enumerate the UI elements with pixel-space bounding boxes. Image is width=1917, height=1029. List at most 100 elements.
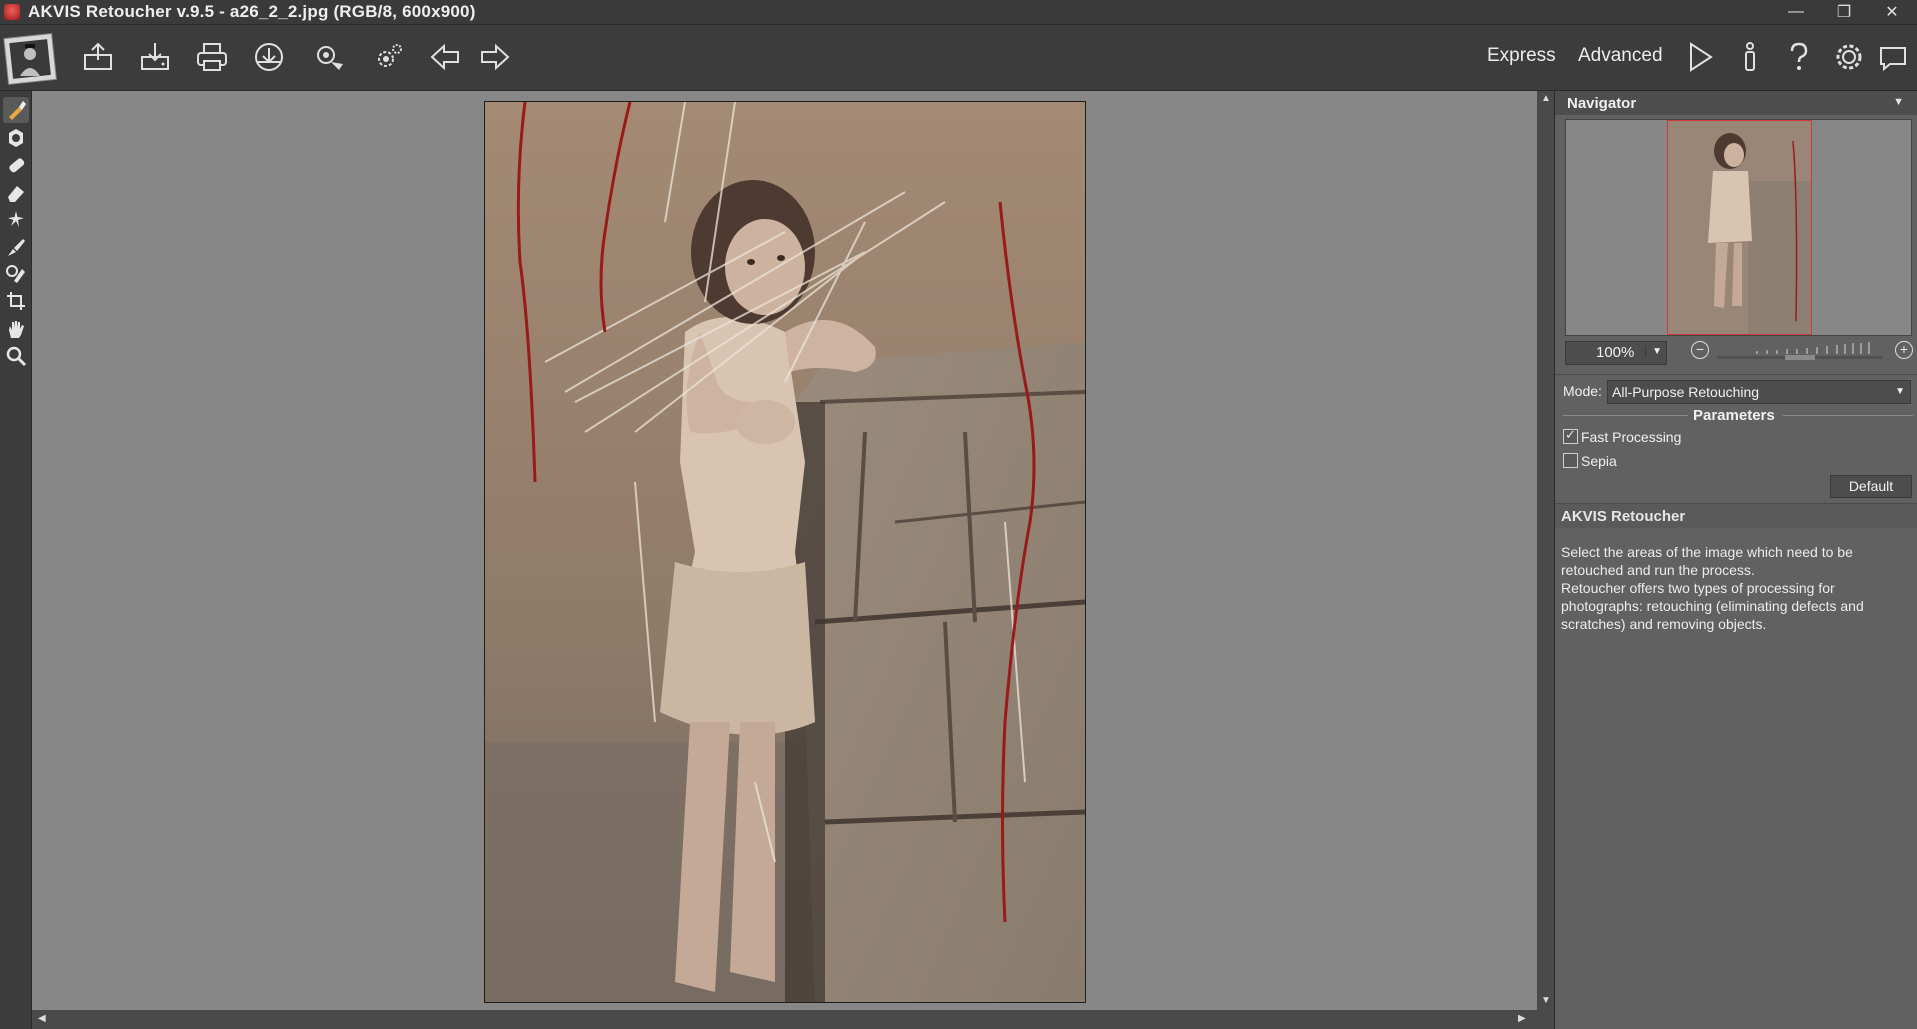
info-icon [1745, 42, 1755, 71]
zoom-slider-ticks [1717, 342, 1882, 360]
tab-express[interactable]: Express [1487, 45, 1556, 67]
title-bar: AKVIS Retoucher v.9.5 - a26_2_2.jpg (RGB… [0, 0, 1917, 25]
crop-tool[interactable] [3, 288, 29, 314]
minimize-button[interactable]: — [1772, 0, 1820, 24]
run-icon [1690, 42, 1713, 72]
right-panel: Navigator ▼ 100% ▼ − + Mode: All-Purpose… [1554, 91, 1917, 1029]
zoom-out-icon[interactable]: − [1691, 341, 1709, 359]
undo-arrow-icon [430, 43, 459, 71]
magic-wand-tool[interactable] [3, 207, 29, 233]
akvis-logo-button[interactable] [2, 30, 58, 86]
navigator-thumbnail [1668, 121, 1811, 334]
app-logo-icon [4, 4, 20, 20]
tool-strip [0, 91, 32, 1029]
object-remover-tool[interactable] [3, 125, 29, 151]
hand-tool[interactable] [3, 316, 29, 342]
clone-brush-tool[interactable] [3, 234, 29, 260]
open-button[interactable] [78, 37, 118, 77]
open-icon [84, 42, 112, 70]
chat-button[interactable] [1873, 37, 1913, 77]
chevron-down-icon: ▼ [1895, 386, 1905, 397]
chameleon-brush-icon [6, 265, 25, 283]
undo-button[interactable] [425, 37, 465, 77]
redo-button[interactable] [475, 37, 515, 77]
akvis-portrait-icon [3, 33, 57, 85]
collapse-icon[interactable]: ▼ [1893, 96, 1904, 108]
scroll-up-icon[interactable]: ▲ [1541, 93, 1551, 104]
clone-brush-icon [8, 239, 25, 256]
horizontal-scrollbar[interactable]: ◀ ▶ [32, 1010, 1554, 1029]
redo-arrow-icon [481, 43, 510, 71]
tab-advanced[interactable]: Advanced [1578, 45, 1663, 67]
save-icon [141, 43, 169, 70]
navigator-header[interactable]: Navigator ▼ [1555, 91, 1917, 115]
scroll-right-icon[interactable]: ▶ [1518, 1013, 1526, 1024]
chameleon-brush-tool[interactable] [3, 261, 29, 287]
image-canvas[interactable] [32, 91, 1537, 1010]
sepia-label: Sepia [1581, 453, 1617, 469]
zoom-level-select[interactable]: 100% ▼ [1565, 341, 1667, 365]
sepia-checkbox[interactable] [1563, 453, 1578, 468]
share-icon [255, 43, 283, 71]
default-button[interactable]: Default [1830, 475, 1912, 498]
info-button[interactable] [1730, 37, 1770, 77]
crop-icon [7, 292, 25, 310]
app-window: AKVIS Retoucher v.9.5 - a26_2_2.jpg (RGB… [0, 0, 1917, 1029]
close-icon: ✕ [1885, 4, 1899, 21]
print-icon [197, 43, 227, 71]
help-header: AKVIS Retoucher [1555, 504, 1917, 528]
share-button[interactable] [249, 37, 289, 77]
batch-button[interactable] [310, 37, 350, 77]
restore-icon: ❐ [1836, 4, 1852, 21]
zoom-dropdown-icon[interactable]: ▼ [1645, 346, 1662, 357]
help-text: Select the areas of the image which need… [1561, 544, 1864, 632]
vintage-photo-girl [485, 102, 1085, 1002]
main-toolbar: Express Advanced [0, 25, 1917, 91]
mode-select[interactable]: All-Purpose Retouching ▼ [1607, 380, 1911, 404]
zoom-value: 100% [1596, 344, 1635, 361]
magic-wand-icon [8, 211, 24, 227]
hand-icon [9, 321, 24, 338]
zoom-tool[interactable] [3, 343, 29, 369]
restore-button[interactable]: ❐ [1820, 0, 1868, 24]
navigator-title: Navigator [1567, 95, 1637, 112]
parameters-title: Parameters [1693, 407, 1775, 424]
mode-label: Mode: [1563, 383, 1602, 399]
minimize-icon: — [1788, 3, 1804, 20]
close-button[interactable]: ✕ [1868, 0, 1916, 24]
vertical-scrollbar[interactable]: ▲ ▼ [1537, 91, 1554, 1010]
help-title: AKVIS Retoucher [1561, 508, 1686, 525]
chat-icon [1880, 47, 1906, 72]
batch-icon [317, 46, 343, 70]
zoom-slider[interactable] [1717, 342, 1882, 360]
mode-value: All-Purpose Retouching [1612, 384, 1760, 400]
scroll-left-icon[interactable]: ◀ [38, 1013, 46, 1024]
zoom-icon [6, 346, 27, 367]
print-button[interactable] [192, 37, 232, 77]
run-button[interactable] [1680, 37, 1720, 77]
retouch-brush-tool[interactable] [3, 97, 29, 123]
eraser-tool[interactable] [3, 180, 29, 206]
preferences-button[interactable] [1829, 37, 1869, 77]
checkmark-icon: ✓ [1565, 427, 1576, 442]
help-icon [1790, 42, 1808, 70]
eraser-icon [8, 186, 24, 202]
fast-processing-checkbox[interactable]: ✓ [1563, 427, 1578, 444]
fast-processing-label: Fast Processing [1581, 429, 1682, 445]
object-remover-icon [9, 129, 23, 147]
parameters-rule-left [1563, 415, 1688, 416]
patch-tool[interactable] [3, 153, 29, 179]
settings-icon [378, 44, 402, 67]
help-button[interactable] [1779, 37, 1819, 77]
save-button[interactable] [135, 37, 175, 77]
settings-button[interactable] [368, 37, 408, 77]
navigator-view-frame[interactable] [1667, 120, 1812, 335]
retouch-brush-icon [9, 101, 26, 120]
parameters-rule-right [1783, 415, 1913, 416]
scroll-down-icon[interactable]: ▼ [1541, 995, 1551, 1006]
divider [1555, 374, 1917, 375]
preferences-icon [1836, 44, 1862, 70]
photo-image[interactable] [484, 101, 1086, 1003]
zoom-in-icon[interactable]: + [1895, 341, 1913, 359]
navigator-preview[interactable] [1565, 119, 1912, 336]
